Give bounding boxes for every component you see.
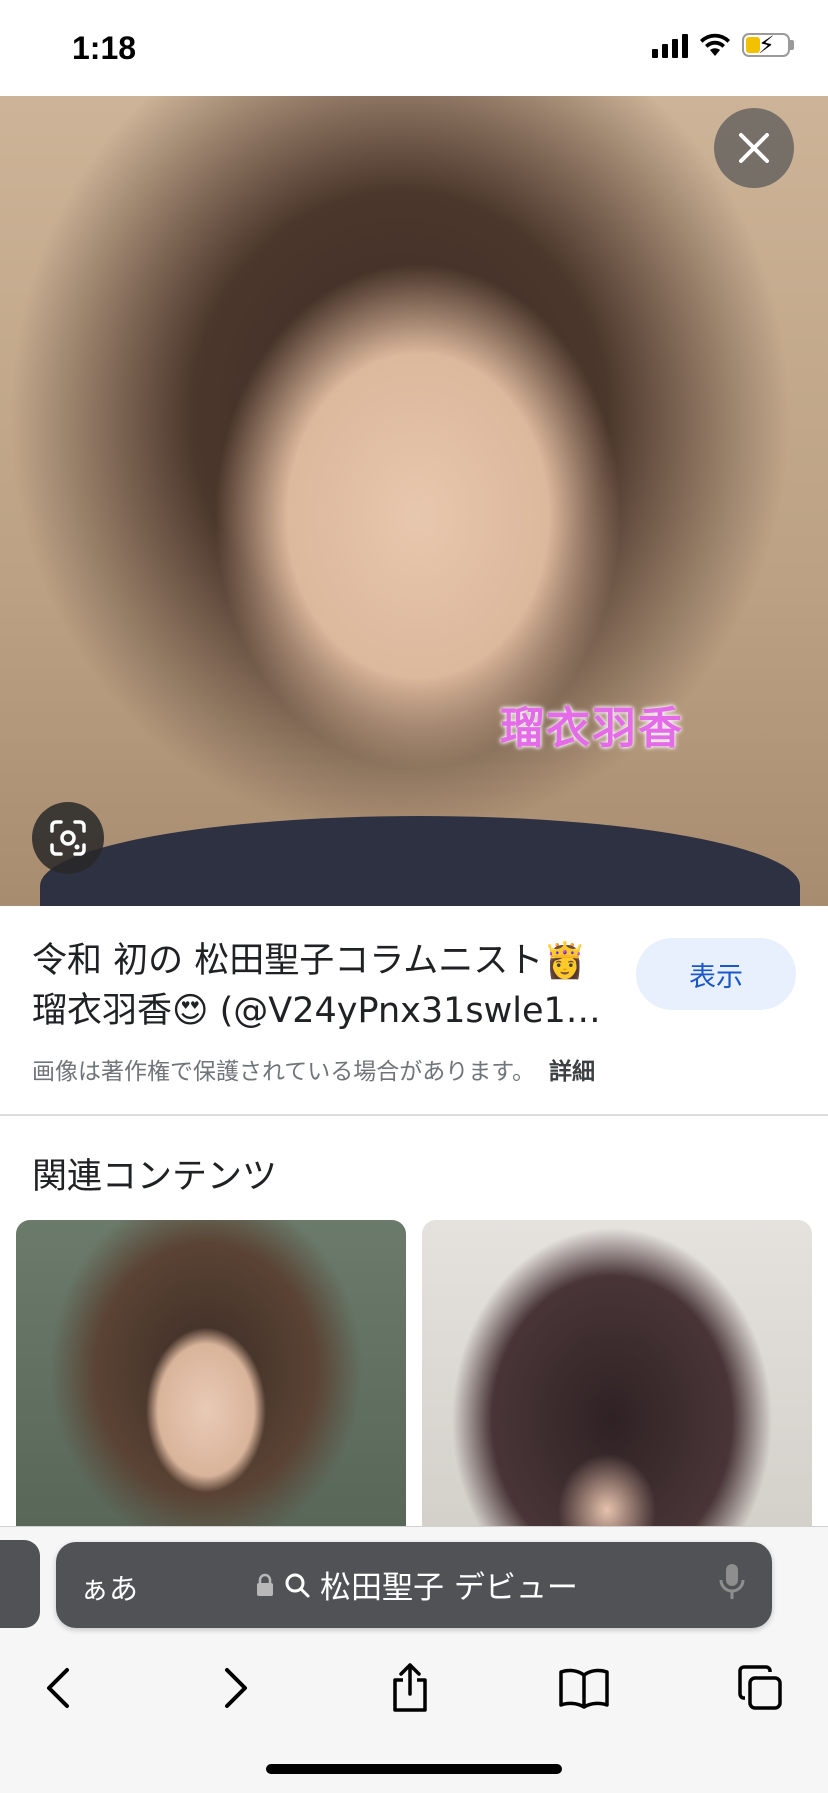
result-title-line1: 令和 初の 松田聖子コラムニスト👸	[32, 941, 587, 981]
bookmarks-button[interactable]	[554, 1658, 614, 1718]
share-button[interactable]	[380, 1658, 440, 1718]
forward-button[interactable]	[206, 1658, 266, 1718]
image-watermark: 瑠衣羽香	[500, 703, 684, 754]
image-preview[interactable]: 瑠衣羽香	[0, 96, 828, 906]
close-icon	[739, 133, 769, 163]
copyright-text: 画像は著作権で保護されている場合があります。	[32, 1059, 536, 1085]
status-icons: ⚡	[652, 32, 794, 58]
tabs-icon	[738, 1665, 782, 1710]
lens-button[interactable]	[32, 802, 104, 874]
related-thumbnail[interactable]	[422, 1220, 812, 1540]
status-time: 1:18	[72, 30, 137, 66]
home-indicator	[266, 1764, 562, 1774]
related-thumbnail[interactable]	[16, 1220, 406, 1540]
bookmarks-icon	[559, 1668, 609, 1709]
microphone-icon	[719, 1564, 745, 1599]
battery-charging-icon: ⚡	[742, 32, 794, 58]
address-bar[interactable]: ぁあ 松田聖子 デビュー	[56, 1542, 772, 1628]
lock-icon	[257, 1573, 273, 1596]
wifi-icon	[700, 33, 730, 56]
related-heading: 関連コンテンツ	[32, 1157, 278, 1197]
url-text: 松田聖子 デビュー	[320, 1570, 578, 1606]
share-icon	[393, 1663, 427, 1712]
forward-icon	[225, 1668, 247, 1708]
microphone-button[interactable]	[718, 1562, 746, 1606]
result-info: 令和 初の 松田聖子コラムニスト👸 瑠衣羽香😍 (@V24yPnx31swle1…	[0, 906, 828, 1114]
result-title-line2: 瑠衣羽香😍 (@V24yPnx31swle1Q ...	[32, 991, 622, 1031]
tabs-button[interactable]	[730, 1658, 790, 1718]
lens-icon	[50, 820, 86, 856]
portrait-photo	[0, 96, 828, 906]
back-button[interactable]	[28, 1658, 88, 1718]
copyright-notice: 画像は著作権で保護されている場合があります。 詳細	[32, 1052, 595, 1086]
browser-toolbar	[0, 1640, 828, 1720]
previous-tab-peek[interactable]	[0, 1540, 40, 1628]
details-link[interactable]: 詳細	[549, 1059, 595, 1085]
reader-aa-button[interactable]: ぁあ	[80, 1566, 138, 1608]
divider	[0, 1114, 828, 1116]
result-title[interactable]: 令和 初の 松田聖子コラムニスト👸 瑠衣羽香😍 (@V24yPnx31swle1…	[32, 936, 622, 1036]
status-bar: 1:18 ⚡	[0, 0, 828, 96]
close-button[interactable]	[714, 108, 794, 188]
address-field[interactable]: 松田聖子 デビュー	[256, 1562, 578, 1607]
cellular-signal-icon	[652, 32, 688, 58]
search-icon	[285, 1573, 310, 1597]
view-button[interactable]: 表示	[636, 938, 796, 1010]
back-icon	[47, 1668, 69, 1708]
